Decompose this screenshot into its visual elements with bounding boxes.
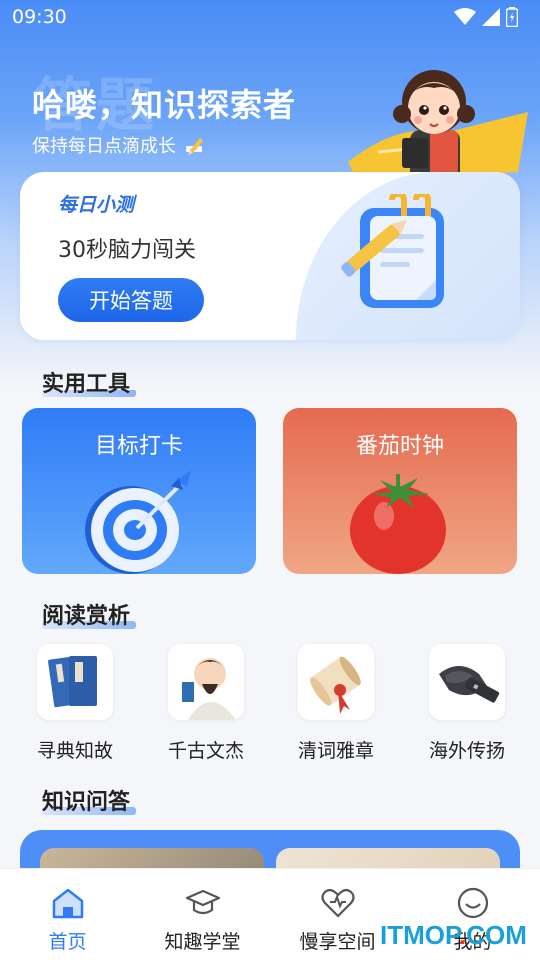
inkstone-icon [439,666,500,703]
scholar-icon [182,658,236,720]
daily-quiz-card[interactable]: 每日小测 30秒脑力闯关 开始答题 [20,172,520,340]
section-title-tools-text: 实用工具 [42,372,131,397]
scroll-icon [310,656,361,714]
section-title-qa-text: 知识问答 [42,790,131,815]
hero-title: 哈喽，知识探索者 [32,86,297,124]
reading-thumb-scholars [168,644,244,720]
graduation-cap-icon [185,889,221,915]
smiley-icon [457,887,489,919]
status-time: 09:30 [12,6,67,28]
daily-quiz-tag: 每日小测 [58,194,135,216]
tab-label-home: 首页 [48,931,87,953]
tool-label-tomato: 番茄时钟 [355,434,444,459]
reading-item-poetry[interactable]: 清词雅章 [276,644,396,764]
tool-card-tomato[interactable]: 番茄时钟 [283,408,517,574]
status-bar: 09:30 [0,0,540,34]
reading-label-poetry: 清词雅章 [297,740,374,762]
books-icon [48,656,97,708]
reading-thumb-poetry [298,644,374,720]
reading-item-scholars[interactable]: 千古文杰 [146,644,266,764]
daily-quiz-text: 30秒脑力闯关 [58,238,196,263]
reading-grid: 寻典知故 千古文杰 清词雅章 海外传扬 [0,644,540,764]
start-quiz-button[interactable]: 开始答题 [58,278,204,322]
heart-icon [321,888,355,918]
reading-label-classics: 寻典知故 [36,740,113,762]
reading-label-overseas: 海外传扬 [428,740,505,762]
home-icon [52,888,84,919]
hero-subtitle: 保持每日点滴成长 [32,132,206,158]
section-title-tools: 实用工具 [42,366,137,398]
reading-item-classics[interactable]: 寻典知故 [15,644,135,764]
girl-illustration [348,70,528,182]
status-icons [454,7,518,27]
notepad-icon [341,194,444,308]
wifi-icon [454,8,476,25]
tool-card-goal[interactable]: 目标打卡 [22,408,256,574]
section-title-reading: 阅读赏析 [42,598,137,630]
reading-item-overseas[interactable]: 海外传扬 [407,644,527,764]
section-title-reading-text: 阅读赏析 [42,604,131,629]
section-title-qa: 知识问答 [42,784,137,816]
tab-home[interactable]: 首页 [0,869,135,960]
battery-icon [506,7,518,27]
hero-subtitle-text: 保持每日点滴成长 [32,136,176,157]
tab-label-study: 知趣学堂 [164,931,241,953]
reading-thumb-classics [37,644,113,720]
signal-icon [482,8,500,26]
tomato-icon [350,474,446,574]
tab-study[interactable]: 知趣学堂 [135,869,270,960]
tool-label-goal: 目标打卡 [94,434,183,459]
reading-thumb-overseas [429,644,505,720]
pencil-icon [186,138,203,155]
itmop-watermark-logo: ITMOP.COM [380,920,527,950]
reading-label-scholars: 千古文杰 [167,740,244,762]
target-icon [85,470,191,574]
